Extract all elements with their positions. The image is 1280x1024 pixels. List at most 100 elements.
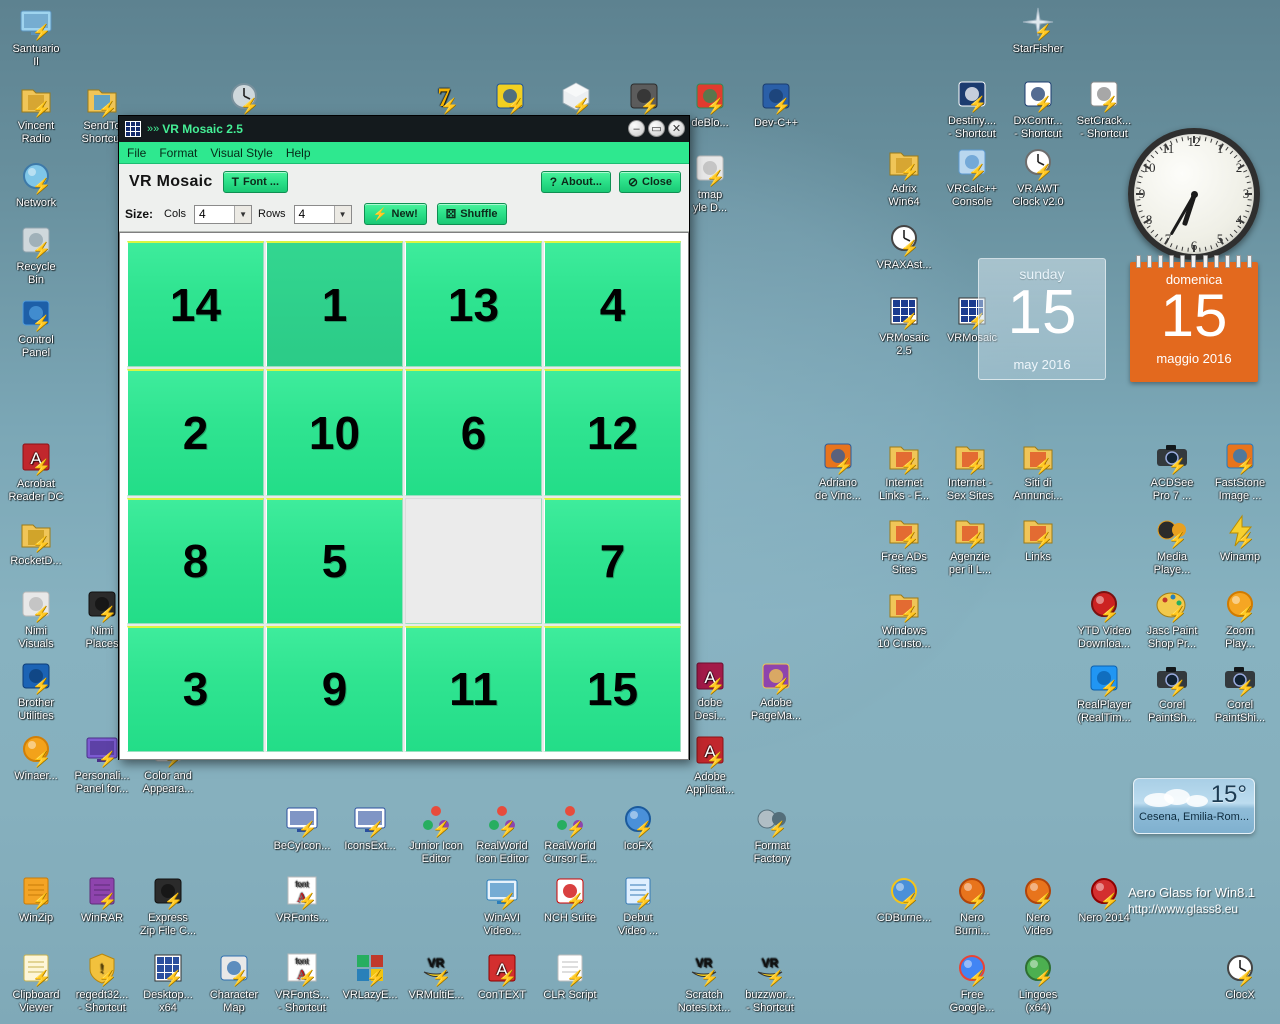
desktop-icon[interactable]: A ⚡ Acrobat Reader DC [2,441,70,503]
desktop-icon[interactable]: ⚡ WinRAR [68,875,136,925]
desktop-icon[interactable]: ⚡ Links [1004,514,1072,564]
desktop-icon[interactable]: ⚡ Adrix Win64 [870,146,938,208]
desktop-icon[interactable]: ⚡ Zoom Play... [1206,588,1274,650]
desktop-icon[interactable]: ⚡ Format Factory [738,803,806,865]
desktop-icon[interactable]: ⚡ DxContr... - Shortcut [1004,78,1072,140]
desktop-icon[interactable]: ⚡ Desktop... x64 [134,952,202,1014]
desktop-icon[interactable]: ⚡ VRAXAst... [870,222,938,272]
desktop-icon[interactable]: ⚡ Free Google... [938,952,1006,1014]
desktop-icon[interactable]: ⚡ Adriano de Vinc... [804,440,872,502]
desktop-icon[interactable]: ⚡ SetCrack... - Shortcut [1070,78,1138,140]
desktop-icon[interactable]: ⚡ Santuario Il [2,6,70,68]
chevron-down-icon[interactable]: ▼ [234,205,252,223]
desktop-icon[interactable]: ⚡ Dev-C++ [742,80,810,130]
desktop-icon[interactable]: ⚡ Windows 10 Custo... [870,588,938,650]
desktop-icon[interactable]: ⚡ Brother Utilities [2,660,70,722]
desktop[interactable]: ⚡ Santuario Il ⚡ Vincent Radio ⚡ SendTo Shortcut… [0,0,1280,1024]
desktop-icon[interactable]: ⚡ Character Map [200,952,268,1014]
desktop-icon[interactable]: VR ⚡ buzzwor... - Shortcut [736,952,804,1014]
puzzle-tile[interactable]: 14 [127,241,264,368]
desktop-icon[interactable]: ⚡ Network [2,160,70,210]
puzzle-tile[interactable]: 10 [266,369,403,496]
desktop-icon[interactable]: ⚡ WinZip [2,875,70,925]
desktop-icon[interactable]: ⚡ Nero Burni... [938,875,1006,937]
desktop-icon[interactable]: ⚡ Debut Video ... [604,875,672,937]
desktop-icon[interactable]: ⚡ Internet Links - F... [870,440,938,502]
desktop-icon[interactable]: ⚡ Winamp [1206,514,1274,564]
desktop-icon[interactable]: ⚡ Corel PaintShi... [1206,662,1274,724]
desktop-icon[interactable]: ⚡ FastStone Image ... [1206,440,1274,502]
desktop-icon[interactable]: ⚡ NCH Suite [536,875,604,925]
desktop-icon[interactable]: ⚡ ACDSee Pro 7 ... [1138,440,1206,502]
weather-gadget[interactable]: 15° Cesena, Emilia-Rom... [1133,778,1255,834]
puzzle-tile[interactable]: 12 [544,369,681,496]
puzzle-tile[interactable]: 1 [266,241,403,368]
menu-item-format[interactable]: Format [159,146,197,160]
desktop-icon[interactable]: ⚡ Agenzie per il L... [936,514,1004,576]
desktop-icon[interactable]: ⚡ Recycle Bin [2,224,70,286]
desktop-icon[interactable]: ⚡ Nimi Visuals [2,588,70,650]
window-titlebar[interactable]: »» VR Mosaic 2.5 – ▭ ✕ [119,116,689,142]
desktop-icon[interactable]: ⚡ Adobe PageMa... [742,660,810,722]
puzzle-tile[interactable]: 9 [266,625,403,752]
desktop-icon[interactable]: ⚡ Corel PaintSh... [1138,662,1206,724]
desktop-icon[interactable]: ⚡ BeCyIcon... [268,803,336,853]
desktop-icon[interactable]: ⚡ VRMosaic 2.5 [870,295,938,357]
puzzle-tile[interactable]: 2 [127,369,264,496]
window-controls[interactable]: – ▭ ✕ [628,120,685,137]
desktop-icon[interactable]: ⚡ RealWorld Cursor E... [536,803,604,865]
desktop-icon[interactable]: ⚡ VR AWT Clock v2.0 [1004,146,1072,208]
rows-select[interactable]: 4 ▼ [293,204,352,224]
minimize-button[interactable]: – [628,120,645,137]
window-toolbar[interactable]: VR Mosaic T Font ... ? About... ⊘ Close … [119,164,689,232]
vr-mosaic-window[interactable]: »» VR Mosaic 2.5 – ▭ ✕ File Format Visua… [118,115,690,760]
calendar-gadget-english[interactable]: sunday 15 may 2016 [978,258,1106,380]
desktop-icon[interactable]: ⚡ Destiny.... - Shortcut [938,78,1006,140]
desktop-icon[interactable]: ⚡ Winaer... [2,733,70,783]
desktop-icon[interactable]: ⚡ ClocX [1206,952,1274,1002]
menu-item-file[interactable]: File [127,146,146,160]
desktop-icon[interactable]: ⚡ Control Panel [2,297,70,359]
desktop-icon[interactable]: ! ⚡ regedt32... - Shortcut [68,952,136,1014]
puzzle-tile[interactable]: 8 [127,497,264,624]
desktop-icon[interactable]: ⚡ Nero Video [1004,875,1072,937]
desktop-icon[interactable]: A ⚡ ConTEXT [468,952,536,1002]
desktop-icon[interactable]: ⚡ RocketD... [2,518,70,568]
puzzle-tile[interactable]: 7 [544,497,681,624]
chevron-down-icon-2[interactable]: ▼ [333,205,351,223]
desktop-icon[interactable]: ⚡ Jasc Paint Shop Pr... [1138,588,1206,650]
window-menubar[interactable]: File Format Visual Style Help [119,142,689,164]
desktop-icon[interactable]: ⚡ Siti di Annunci... [1004,440,1072,502]
desktop-icon[interactable]: ⚡ WinAVI Video... [468,875,536,937]
desktop-icon[interactable]: ⚡ Vincent Radio [2,83,70,145]
desktop-icon[interactable]: font A ⚡ VRFontS... - Shortcut [268,952,336,1014]
close-button[interactable]: ⊘ Close [618,171,681,193]
puzzle-tile[interactable]: 6 [405,369,542,496]
clock-gadget[interactable]: 121234567891011 [1128,128,1260,260]
new-game-button[interactable]: ⚡ New! [363,203,427,225]
maximize-button[interactable]: ▭ [648,120,665,137]
close-window-button[interactable]: ✕ [668,120,685,137]
desktop-icon[interactable]: ⚡ Media Playe... [1138,514,1206,576]
desktop-icon[interactable]: ⚡ Internet - Sex Sites [936,440,1004,502]
desktop-icon[interactable]: ⚡ Junior Icon Editor [402,803,470,865]
puzzle-tile[interactable]: 5 [266,497,403,624]
desktop-icon[interactable]: ⚡ IcoFX [604,803,672,853]
desktop-icon[interactable]: ⚡ Express Zip File C... [134,875,202,937]
desktop-icon[interactable]: ⚡ YTD Video Downloa... [1070,588,1138,650]
desktop-icon[interactable]: font A ⚡ VRFonts... [268,875,336,925]
desktop-icon[interactable]: ⚡ CDBurne... [870,875,938,925]
menu-item-visual-style[interactable]: Visual Style [210,146,272,160]
font-button[interactable]: T Font ... [222,171,289,193]
puzzle-tile[interactable]: 11 [405,625,542,752]
puzzle-tile[interactable]: 3 [127,625,264,752]
about-button[interactable]: ? About... [540,171,611,193]
cols-select[interactable]: 4 ▼ [194,204,253,224]
desktop-icon[interactable]: ⚡ VRCalc++ Console [938,146,1006,208]
puzzle-tile[interactable]: 15 [544,625,681,752]
desktop-icon[interactable]: VR ⚡ VRMultiE... [402,952,470,1002]
desktop-icon[interactable]: ⚡ Lingoes (x64) [1004,952,1072,1014]
calendar-gadget-italian[interactable]: domenica 15 maggio 2016 [1130,255,1258,382]
desktop-icon[interactable]: ⚡ VRLazyE... [336,952,404,1002]
shuffle-button[interactable]: ⚄ Shuffle [436,203,507,225]
